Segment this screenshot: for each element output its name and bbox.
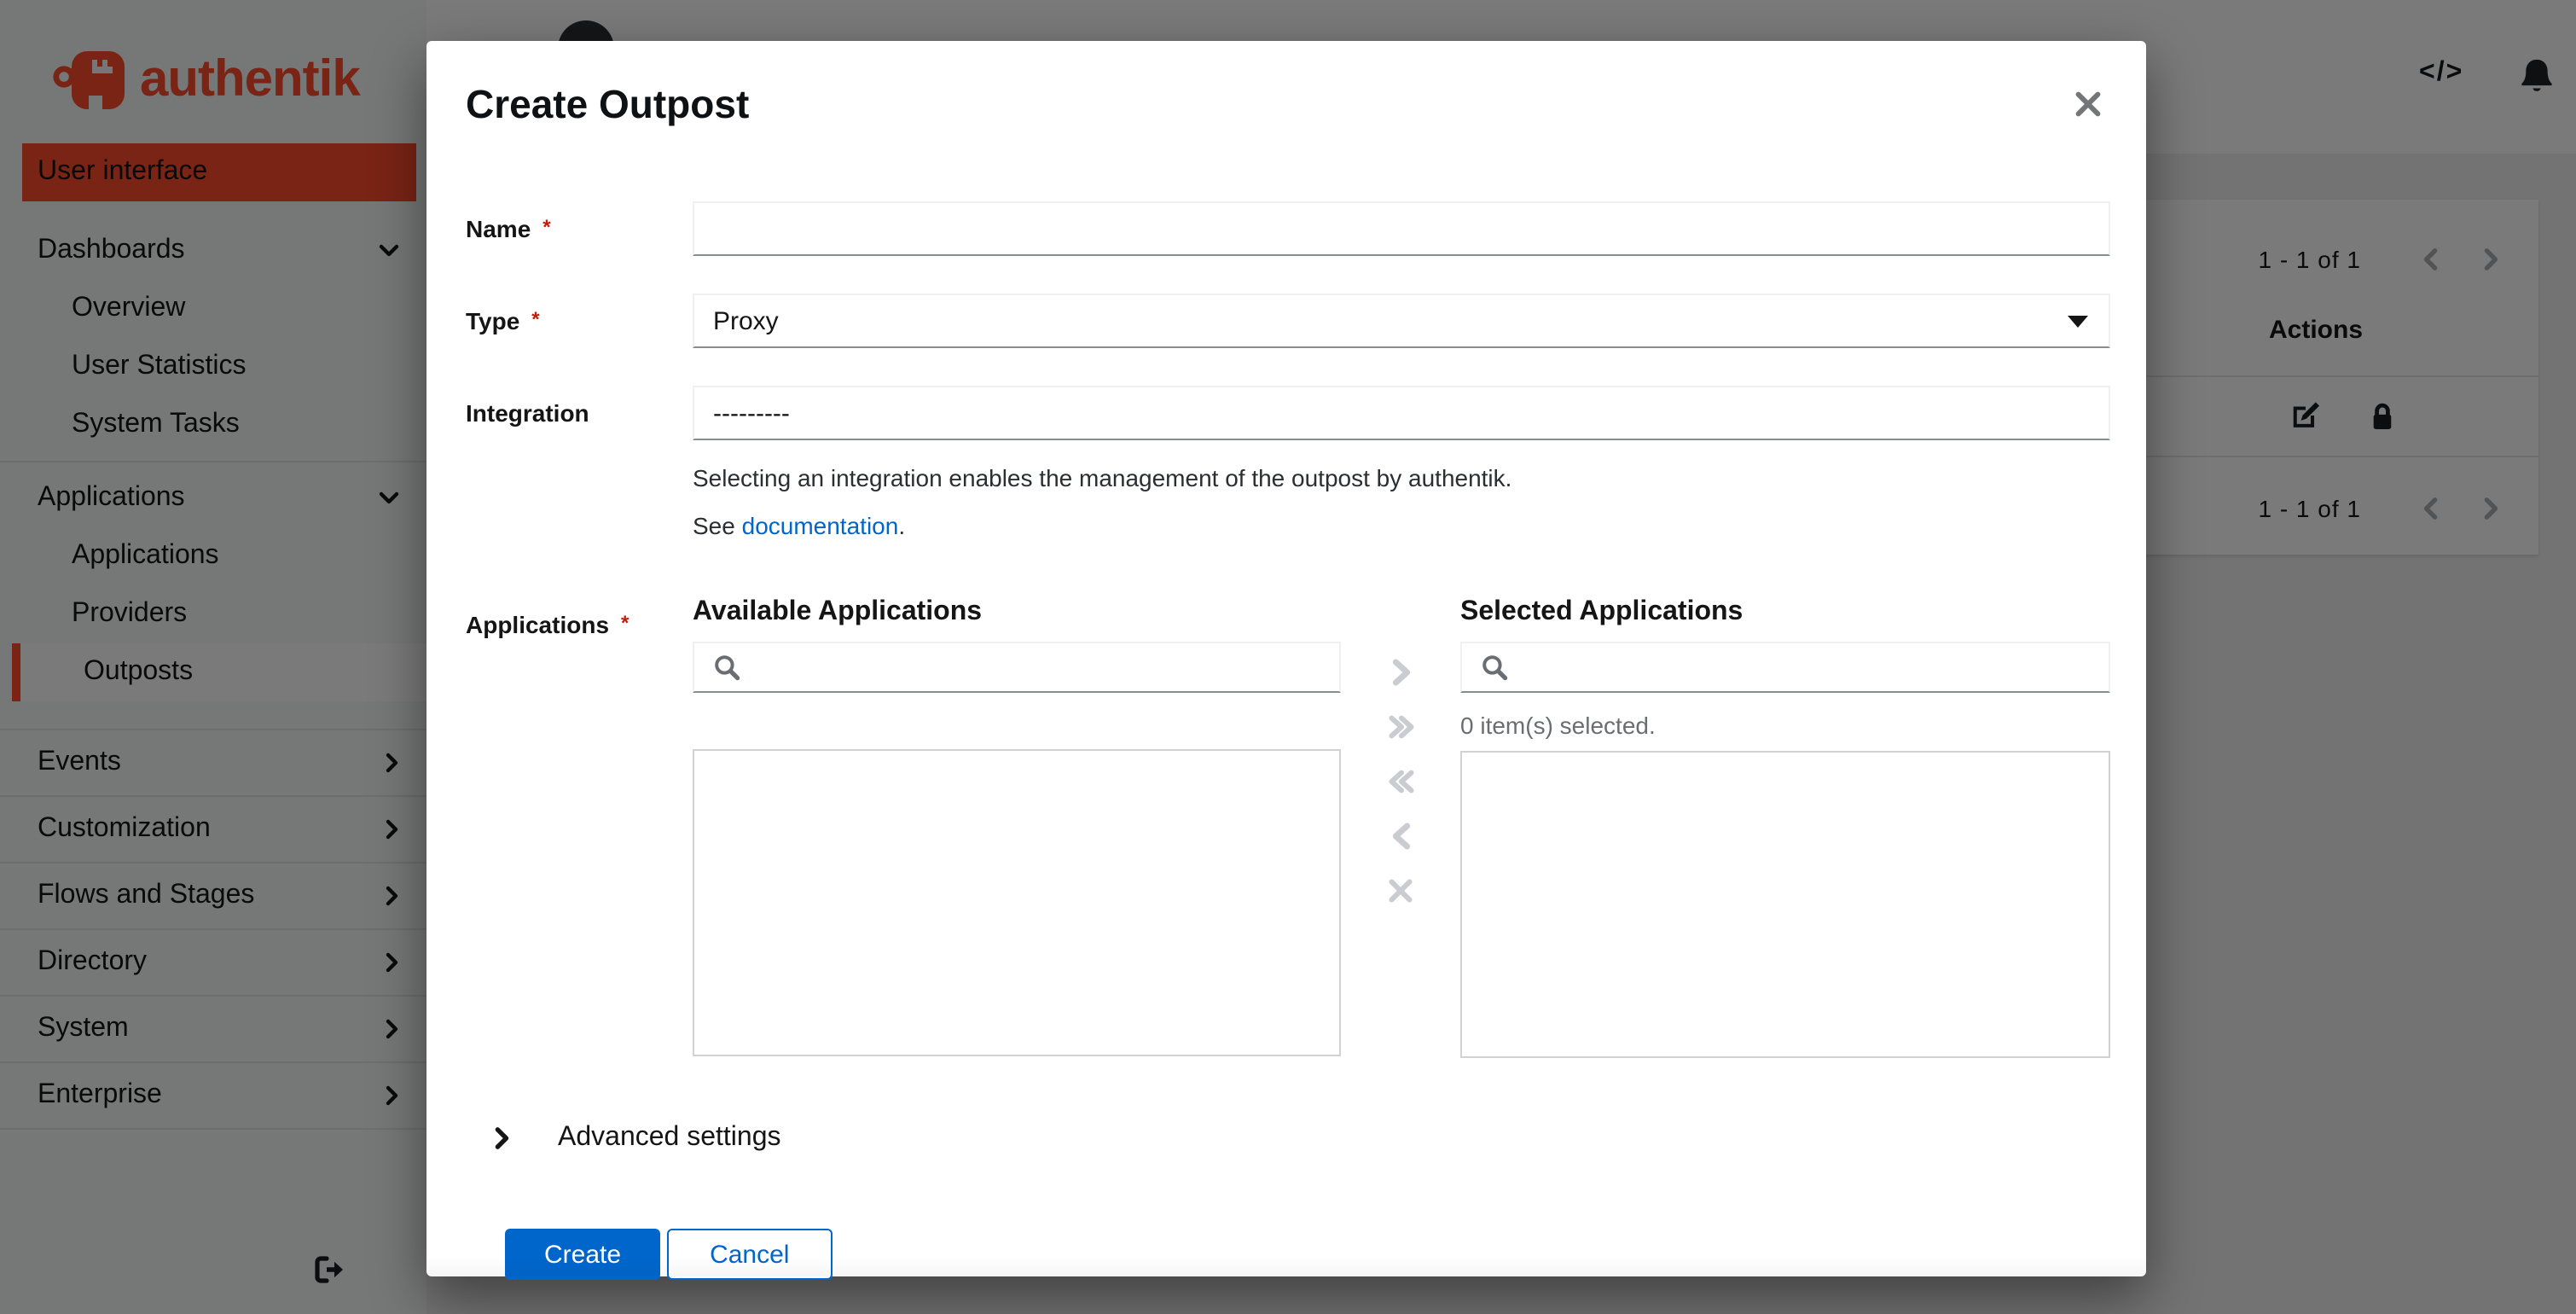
available-applications-pane: Available Applications xyxy=(693,597,1341,1058)
create-outpost-dialog: Create Outpost Name * Type * Proxy Integ… xyxy=(426,41,2146,1280)
dual-list-selector: Available Applications Selected Applicat… xyxy=(693,597,2110,1058)
integration-select-value: --------- xyxy=(713,398,790,427)
field-label-integration: Integration xyxy=(466,399,589,427)
transfer-controls xyxy=(1341,657,1460,1058)
name-input[interactable] xyxy=(693,201,2110,256)
field-label-type: Type * xyxy=(466,307,540,334)
advanced-settings-label: Advanced settings xyxy=(558,1123,781,1152)
integration-select[interactable]: --------- xyxy=(693,386,2110,440)
type-select-value: Proxy xyxy=(713,306,779,335)
selected-count-label: 0 item(s) selected. xyxy=(1460,712,1656,739)
advanced-settings-toggle[interactable]: Advanced settings xyxy=(495,1123,2110,1154)
cancel-button[interactable]: Cancel xyxy=(667,1229,833,1280)
move-all-left-button[interactable] xyxy=(1384,766,1418,797)
selected-applications-heading: Selected Applications xyxy=(1460,597,1743,626)
close-icon xyxy=(2075,91,2101,117)
chevron-left-icon xyxy=(1391,823,1410,850)
create-button[interactable]: Create xyxy=(505,1229,661,1280)
selected-applications-list[interactable] xyxy=(1460,751,2110,1058)
integration-help-text: Selecting an integration enables the man… xyxy=(693,464,1512,491)
modal-footer: Create Cancel xyxy=(466,1229,2110,1280)
required-indicator: * xyxy=(542,215,551,239)
required-indicator: * xyxy=(531,307,540,331)
type-field-row: Type * Proxy xyxy=(466,294,2110,348)
search-icon xyxy=(713,654,740,689)
available-applications-heading: Available Applications xyxy=(693,597,983,626)
x-icon xyxy=(1389,879,1413,903)
documentation-link[interactable]: documentation xyxy=(742,512,899,539)
required-indicator: * xyxy=(621,611,629,635)
page: authentik User interface Dashboards Over… xyxy=(0,0,2576,1314)
integration-field-row: Integration --------- Selecting an integ… xyxy=(466,386,2110,543)
selected-applications-search-input[interactable] xyxy=(1460,642,2110,693)
move-selected-right-button[interactable] xyxy=(1384,657,1418,688)
caret-down-icon xyxy=(2068,316,2088,328)
chevron-right-icon xyxy=(1391,659,1410,686)
double-chevron-right-icon xyxy=(1388,715,1413,739)
chevron-right-icon xyxy=(495,1126,510,1150)
modal-header: Create Outpost xyxy=(426,41,2146,126)
search-icon xyxy=(1481,654,1508,689)
modal-title: Create Outpost xyxy=(466,82,750,126)
available-applications-search-input[interactable] xyxy=(693,642,1341,693)
available-applications-list[interactable] xyxy=(693,749,1341,1056)
name-field-row: Name * xyxy=(466,201,2110,256)
double-chevron-left-icon xyxy=(1388,770,1413,794)
field-label-name: Name * xyxy=(466,215,551,242)
clear-selection-button[interactable] xyxy=(1384,875,1418,906)
integration-help-link-line: See documentation. xyxy=(693,512,906,539)
move-all-right-button[interactable] xyxy=(1384,712,1418,742)
selected-applications-pane: Selected Applications 0 item(s) selected… xyxy=(1460,597,2110,1058)
close-modal-button[interactable] xyxy=(2071,87,2105,126)
move-selected-left-button[interactable] xyxy=(1384,821,1418,852)
applications-field-row: Applications * Available Applications Se… xyxy=(466,597,2110,1058)
field-label-applications: Applications * xyxy=(466,611,629,638)
modal-body: Name * Type * Proxy Integration --------… xyxy=(426,126,2146,1280)
type-select[interactable]: Proxy xyxy=(693,294,2110,348)
